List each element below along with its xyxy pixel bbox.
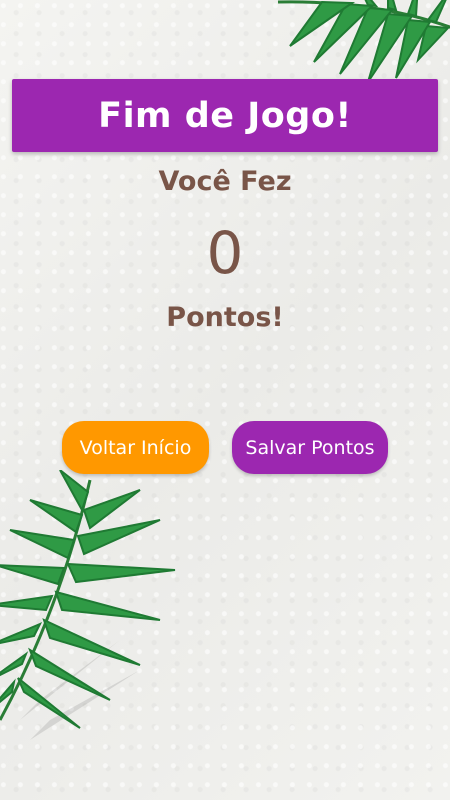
score-suffix-text: Pontos! — [166, 302, 284, 333]
game-over-banner: Fim de Jogo! — [12, 79, 438, 152]
save-score-label: Salvar Pontos — [245, 436, 375, 459]
score-prefix-text: Você Fez — [158, 166, 292, 197]
page-title: Fim de Jogo! — [98, 95, 352, 136]
back-to-start-button[interactable]: Voltar Início — [62, 421, 209, 474]
back-to-start-label: Voltar Início — [79, 436, 192, 459]
score-value: 0 — [206, 219, 244, 287]
save-score-button[interactable]: Salvar Pontos — [232, 421, 388, 474]
